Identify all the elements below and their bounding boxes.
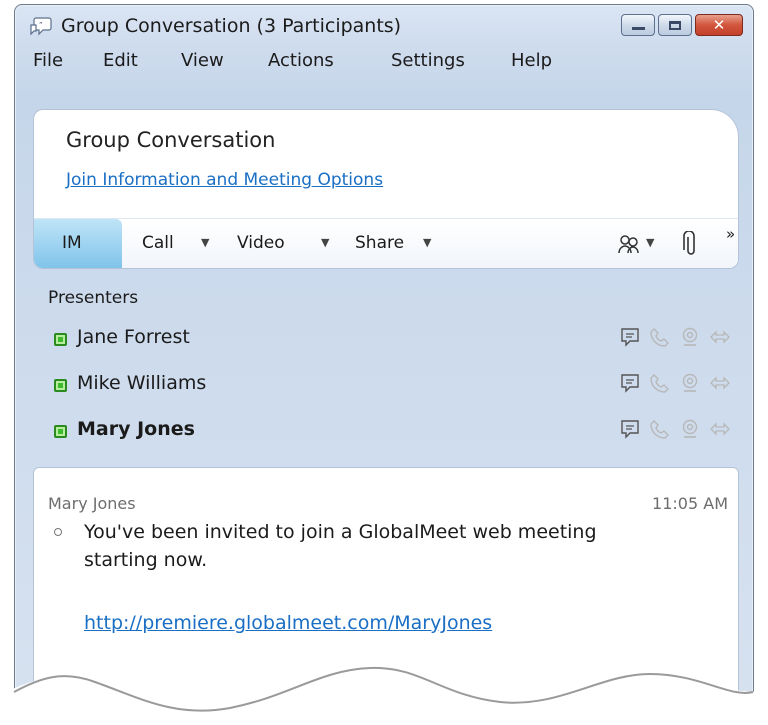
im-icon[interactable] <box>619 418 641 440</box>
im-icon[interactable] <box>619 326 641 348</box>
participant-row[interactable]: Mary Jones <box>48 417 731 447</box>
participant-row[interactable]: Jane Forrest <box>48 325 731 355</box>
menu-file[interactable]: File <box>33 50 63 71</box>
call-button[interactable]: Call <box>142 233 174 253</box>
participant-row[interactable]: Mike Williams <box>48 371 731 401</box>
call-dropdown-icon[interactable]: ▼ <box>201 236 209 249</box>
call-icon[interactable] <box>649 418 671 440</box>
menu-bar: File Edit View Actions Settings Help <box>15 45 753 77</box>
participant-actions <box>619 372 731 394</box>
conversation-app-icon: ” <box>30 17 52 36</box>
presenters-label: Presenters <box>48 288 139 308</box>
tab-im-label: IM <box>62 233 82 253</box>
close-button[interactable]: ✕ <box>695 14 743 36</box>
maximize-button[interactable] <box>658 14 692 36</box>
participant-name: Mike Williams <box>77 372 207 394</box>
call-icon[interactable] <box>649 326 671 348</box>
message-sender: Mary Jones <box>48 494 136 513</box>
join-info-link[interactable]: Join Information and Meeting Options <box>66 170 383 190</box>
participant-actions <box>619 418 731 440</box>
conversation-toolbar: IM Call ▼ Video ▼ Share ▼ ▼ » <box>34 218 738 268</box>
video-button[interactable]: Video <box>237 233 285 253</box>
attachment-icon[interactable] <box>682 231 700 259</box>
svg-text:”: ” <box>39 21 43 29</box>
call-icon[interactable] <box>649 372 671 394</box>
message-timestamp: 11:05 AM <box>652 494 728 513</box>
conversation-title: Group Conversation <box>66 128 276 152</box>
torn-edge-decoration <box>0 666 768 725</box>
close-icon: ✕ <box>712 15 726 34</box>
participant-actions <box>619 326 731 348</box>
message-text: You've been invited to join a GlobalMeet… <box>84 521 597 571</box>
im-icon[interactable] <box>619 372 641 394</box>
menu-view[interactable]: View <box>181 50 224 71</box>
tab-im[interactable]: IM <box>34 219 122 268</box>
window-controls: ✕ <box>621 14 743 36</box>
participants-icon[interactable] <box>616 231 642 257</box>
window-title: Group Conversation (3 Participants) <box>61 15 402 37</box>
title-bar[interactable]: ” Group Conversation (3 Participants) ✕ <box>15 5 753 43</box>
conversation-header: Group Conversation Join Information and … <box>33 109 739 269</box>
message-bullet-icon <box>54 528 62 536</box>
more-options-icon[interactable]: » <box>726 225 735 243</box>
participant-name: Mary Jones <box>77 418 195 440</box>
transfer-icon[interactable] <box>709 418 731 440</box>
menu-edit[interactable]: Edit <box>103 50 138 71</box>
video-icon[interactable] <box>679 418 701 440</box>
meeting-link[interactable]: http://premiere.globalmeet.com/MaryJones <box>84 612 492 634</box>
share-dropdown-icon[interactable]: ▼ <box>423 236 431 249</box>
minimize-button[interactable] <box>621 14 655 36</box>
conversation-window: ” Group Conversation (3 Participants) ✕ … <box>14 4 754 721</box>
video-icon[interactable] <box>679 372 701 394</box>
minimize-icon <box>631 27 645 30</box>
presence-icon <box>54 425 67 438</box>
transfer-icon[interactable] <box>709 372 731 394</box>
menu-actions[interactable]: Actions <box>268 50 334 71</box>
maximize-icon <box>669 20 681 30</box>
presence-icon <box>54 379 67 392</box>
menu-help[interactable]: Help <box>511 50 552 71</box>
share-button[interactable]: Share <box>355 233 404 253</box>
presence-icon <box>54 333 67 346</box>
transfer-icon[interactable] <box>709 326 731 348</box>
video-dropdown-icon[interactable]: ▼ <box>321 236 329 249</box>
participant-name: Jane Forrest <box>77 326 190 348</box>
menu-settings[interactable]: Settings <box>391 50 465 71</box>
video-icon[interactable] <box>679 326 701 348</box>
participants-dropdown-icon[interactable]: ▼ <box>646 236 654 249</box>
